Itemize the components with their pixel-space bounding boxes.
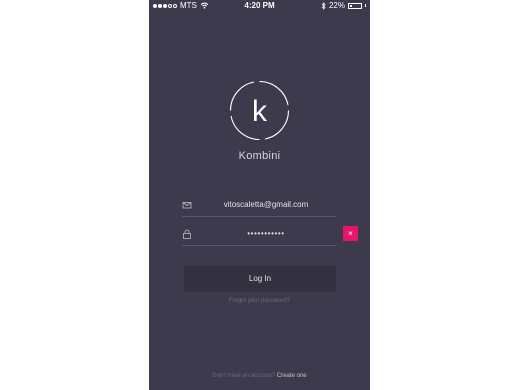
create-account-link[interactable]: Create one <box>277 373 307 379</box>
clear-password-button[interactable]: × <box>343 226 358 241</box>
login-button[interactable]: Log In <box>184 266 336 292</box>
logo-letter: k <box>252 95 268 128</box>
battery-percent: 22% <box>328 1 345 10</box>
password-field[interactable]: ••••••••••• <box>182 224 336 246</box>
status-right: 22% <box>321 0 366 11</box>
forgot-password-link[interactable]: Forgot your password? <box>149 298 370 304</box>
email-field[interactable]: vitoscaletta@gmail.com <box>182 195 336 217</box>
mail-icon <box>182 202 192 209</box>
status-bar: MTS 4:20 PM 22% <box>149 0 370 11</box>
signup-prompt: Don't have an account? <box>212 373 276 379</box>
password-underline <box>182 245 336 246</box>
battery-level <box>350 4 352 7</box>
phone-screen: MTS 4:20 PM 22% k Kombini vitoscaletta@g… <box>149 0 370 390</box>
password-value[interactable]: ••••••••••• <box>196 224 336 244</box>
battery-tip <box>365 4 366 7</box>
battery-icon <box>348 2 362 9</box>
app-name: Kombini <box>238 150 281 162</box>
signup-line: Don't have an account? Create one <box>149 373 370 379</box>
app-logo: k <box>229 80 290 141</box>
lock-icon <box>183 229 191 239</box>
bluetooth-icon <box>321 1 326 10</box>
email-value[interactable]: vitoscaletta@gmail.com <box>196 195 336 215</box>
email-underline <box>182 216 336 217</box>
